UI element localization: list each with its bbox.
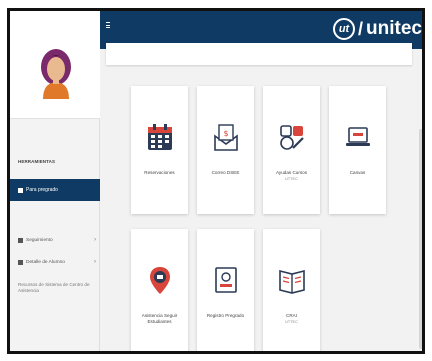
sidebar-section-label: HERRAMIENTAS [18, 159, 56, 164]
square-icon [18, 187, 23, 193]
top-card [106, 43, 412, 65]
user-avatar-icon[interactable] [39, 47, 73, 99]
menu-icon[interactable] [106, 22, 110, 28]
tile-asistencia-seguir-estudiantes[interactable]: Asistencia Seguir Estudiantes [131, 229, 188, 351]
tile-crai[interactable]: CRAI UTTEC [263, 229, 320, 351]
tile-label: Registro Pregrado [206, 313, 245, 318]
tile-canvas[interactable]: Canvas [329, 86, 386, 214]
mail-document-icon: $ [214, 124, 238, 151]
scrollbar[interactable] [419, 129, 422, 349]
main-content: Reservaciones $ Correo DSEE Ayudas Curso… [100, 43, 422, 351]
square-icon [18, 259, 23, 265]
tile-label: Canvas [349, 170, 366, 175]
svg-text:$: $ [223, 129, 228, 138]
unitec-logo: ut / unitec [333, 17, 422, 41]
logo-divider: / [358, 18, 364, 39]
open-book-icon [279, 269, 305, 294]
tile-label: Correo DSEE [211, 170, 240, 175]
calendar-icon [148, 124, 172, 150]
logo-badge: ut [333, 18, 356, 40]
profile-area [10, 11, 100, 119]
logo-text: unitec [366, 18, 422, 39]
tile-label: CRAI [286, 313, 297, 318]
id-card-icon [215, 267, 237, 293]
sidebar-resource-link[interactable]: Recursos de Sistema de Centro de Asisten… [18, 282, 92, 294]
sidebar-item-seguimiento[interactable]: Seguimiento › [10, 233, 100, 247]
tile-reservaciones[interactable]: Reservaciones [131, 86, 188, 214]
tile-sublabel: UTTEC [285, 320, 298, 324]
sidebar: HERRAMIENTAS Para pregrado Seguimiento ›… [10, 11, 100, 351]
app-window: HERRAMIENTAS Para pregrado Seguimiento ›… [7, 8, 425, 354]
laptop-icon [346, 127, 370, 146]
tile-registro-pregrado[interactable]: Registro Pregrado [197, 229, 254, 351]
sidebar-item-label: Seguimiento [26, 237, 53, 243]
chevron-right-icon: › [94, 237, 96, 243]
tools-icon [280, 125, 304, 150]
tile-ayudas-cursos[interactable]: Ayudas Cursos UTTEC [263, 86, 320, 214]
tile-correo-dsee[interactable]: $ Correo DSEE [197, 86, 254, 214]
square-icon [18, 237, 23, 243]
tile-sublabel: UTTEC [285, 177, 298, 181]
sidebar-item-label: Detalle de Alumno [26, 259, 65, 265]
map-pin-icon [150, 267, 170, 294]
sidebar-item-detalle-alumno[interactable]: Detalle de Alumno › [10, 255, 100, 269]
tile-label: Ayudas Cursos [275, 170, 308, 175]
sidebar-item-label: Para pregrado [26, 187, 58, 193]
chevron-right-icon: › [94, 259, 96, 265]
tile-label: Asistencia Seguir Estudiantes [141, 313, 178, 324]
sidebar-item-para-pregrado[interactable]: Para pregrado [10, 179, 100, 201]
tile-label: Reservaciones [144, 170, 175, 175]
